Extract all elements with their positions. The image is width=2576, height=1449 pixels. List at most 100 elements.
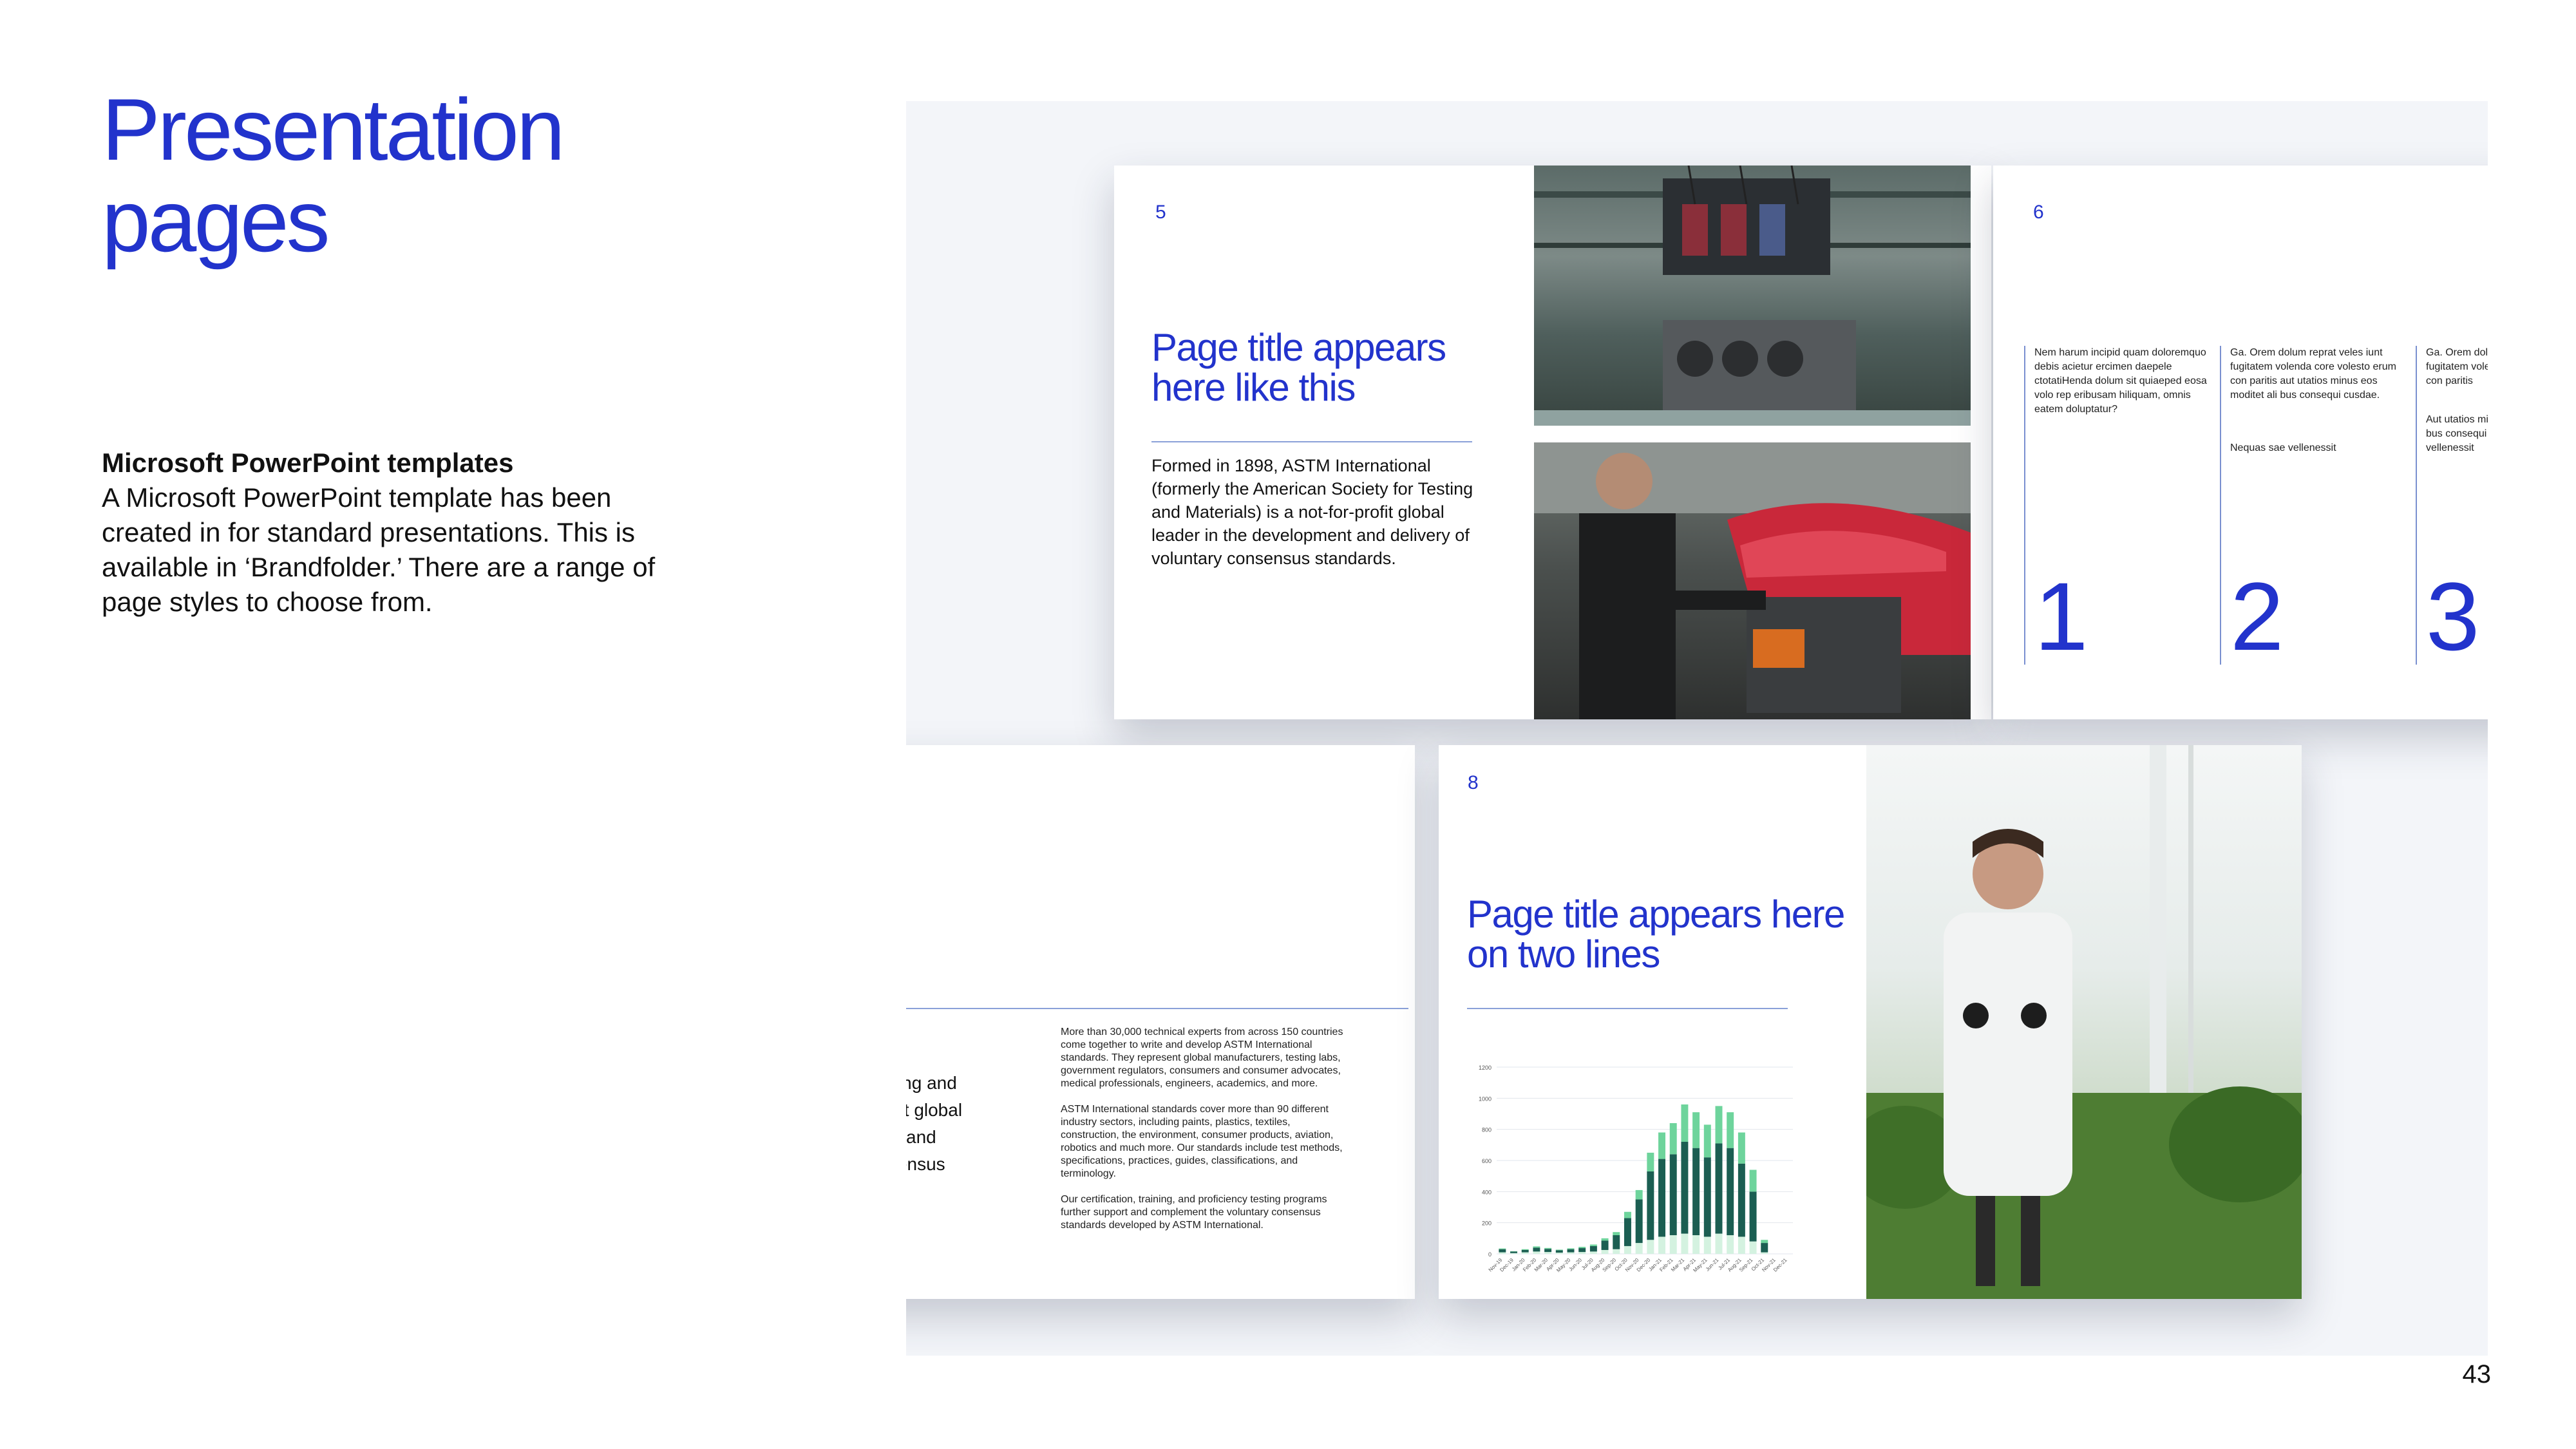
column-3: Ga. Orem dolum reprat veles iunt fugitat… (2416, 346, 2488, 665)
bar-segment (1544, 1249, 1552, 1253)
bar-segment (1544, 1247, 1552, 1249)
bar-segment (1715, 1106, 1723, 1144)
bar-segment (1555, 1250, 1563, 1253)
bar-segment (1727, 1112, 1734, 1148)
y-tick-label: 400 (1482, 1189, 1492, 1195)
slide-title-line-1: Page title appears here (1467, 893, 1845, 936)
bar-segment (1567, 1252, 1575, 1254)
slide-number: 6 (2033, 202, 2044, 223)
y-tick-label: 1000 (1479, 1095, 1492, 1102)
column-3-text-2: Aut utatios minus eos moditet ali bus co… (2426, 414, 2488, 453)
bar-segment (1499, 1249, 1506, 1253)
bar-segment (1669, 1235, 1677, 1254)
bar-segment (1578, 1248, 1586, 1253)
bar-segment (1761, 1240, 1768, 1244)
car-assembly-illustration (1534, 442, 1971, 719)
bar-segment (1647, 1240, 1654, 1254)
bar-segment (1658, 1132, 1666, 1159)
photo-scientist-greenhouse (1866, 745, 2302, 1299)
bar-segment (1692, 1148, 1700, 1235)
column-2-text-2: Nequas sae vellenessit (2230, 442, 2336, 453)
title-divider (1467, 1008, 1788, 1009)
bar-segment (1589, 1251, 1597, 1254)
bar-segment (1533, 1247, 1540, 1252)
page-number: 43 (2462, 1360, 2492, 1388)
bar-segment (1658, 1159, 1666, 1237)
bar-segment (1669, 1154, 1677, 1235)
paragraph-3: Our certification, training, and profici… (1061, 1194, 1327, 1231)
title-divider (1151, 441, 1472, 442)
bar-segment (1613, 1249, 1620, 1254)
bar-segment (1510, 1251, 1518, 1253)
column-1: Nem harum incipid quam doloremquo debis … (2024, 346, 2212, 665)
engine-machine-illustration (1534, 166, 1971, 426)
column-2: Ga. Orem dolum reprat veles iunt fugitat… (2220, 346, 2408, 665)
bar-segment (1727, 1235, 1734, 1254)
bar-segment (1589, 1245, 1597, 1252)
bar-segment (1761, 1252, 1768, 1254)
bar-segment (1510, 1251, 1518, 1252)
intro-body: A Microsoft PowerPoint template has been… (102, 482, 656, 617)
column-2-number: 2 (2230, 562, 2284, 670)
bar-segment (1681, 1142, 1689, 1234)
bar-segment (1647, 1171, 1654, 1240)
y-tick-label: 200 (1482, 1220, 1492, 1227)
bar-segment (1589, 1244, 1597, 1246)
bar-segment (1624, 1211, 1631, 1218)
y-tick-label: 800 (1482, 1127, 1492, 1133)
bar-segment (1681, 1233, 1689, 1254)
photo-engine-3d-printer (1534, 166, 1971, 426)
bar-segment (1727, 1148, 1734, 1235)
bar-segment (1601, 1249, 1609, 1254)
x-tick-label: Jun-21 (1705, 1257, 1720, 1273)
paragraph-2: ASTM International standards cover more … (1061, 1104, 1343, 1179)
bar-segment (1624, 1245, 1631, 1254)
bar-segment (1521, 1252, 1529, 1254)
bar-segment (1533, 1246, 1540, 1248)
bar-segment (1624, 1218, 1631, 1246)
slide-body-small: More than 30,000 technical experts from … (1061, 1026, 1350, 1245)
bar-segment (1738, 1236, 1745, 1254)
slide-title-line-2: on two lines (1467, 933, 1660, 976)
bar-segment (1601, 1240, 1609, 1250)
slide-6[interactable]: 6 Nem harum incipid quam doloremquo debi… (1993, 166, 2488, 719)
bar-segment (1578, 1252, 1586, 1254)
page-title: Presentation pages (102, 80, 565, 270)
paragraph-1: More than 30,000 technical experts from … (1061, 1027, 1343, 1089)
title-divider (906, 1008, 1408, 1009)
stacked-bar-chart: 020040060080010001200Nov-19Dec-19Jan-20F… (1479, 1065, 1793, 1273)
bar-segment (1567, 1249, 1575, 1253)
bar-segment (1738, 1132, 1745, 1164)
bar-segment (1761, 1243, 1768, 1253)
bar-segment (1703, 1124, 1711, 1158)
slide-8[interactable]: 8 Page title appears here on two lines 0… (1439, 745, 2302, 1299)
bar-segment (1555, 1249, 1563, 1251)
slide-body-text: Formed in 1898, ASTM International (form… (1151, 456, 1473, 568)
slide-title-line-1: Page title appears (1151, 326, 1446, 369)
bar-segment (1749, 1191, 1757, 1242)
bar-segment (1555, 1253, 1563, 1254)
bar-segment (1510, 1253, 1518, 1254)
bar-segment (1533, 1251, 1540, 1254)
bar-segment (1544, 1252, 1552, 1254)
bar-segment (1521, 1249, 1529, 1253)
page-title-line-1: Presentation (102, 80, 565, 178)
bar-segment (1613, 1235, 1620, 1249)
bar-segment (1703, 1236, 1711, 1254)
slide-title-line-2: here like this (1151, 366, 1356, 409)
slide-title: Page title appears here on two lines (1467, 893, 1845, 976)
y-tick-label: 0 (1488, 1251, 1492, 1258)
slide-5[interactable]: 5 Page title appears here like this Form… (1114, 166, 1991, 719)
bar-segment (1703, 1157, 1711, 1237)
bar-segment (1578, 1247, 1586, 1249)
page-title-line-2: pages (102, 172, 330, 270)
slide-7[interactable]: Formed in 1898, ASTM International (form… (906, 745, 1415, 1299)
intro-heading: Microsoft PowerPoint templates (102, 448, 514, 478)
bar-segment (1635, 1189, 1643, 1200)
bar-segment (1692, 1235, 1700, 1254)
slides-preview-panel: 5 Page title appears here like this Form… (906, 101, 2488, 1356)
column-1-number: 1 (2034, 562, 2088, 670)
photo-car-assembly-worker (1534, 442, 1971, 719)
bar-segment (1681, 1104, 1689, 1142)
bar-segment (1499, 1252, 1506, 1254)
